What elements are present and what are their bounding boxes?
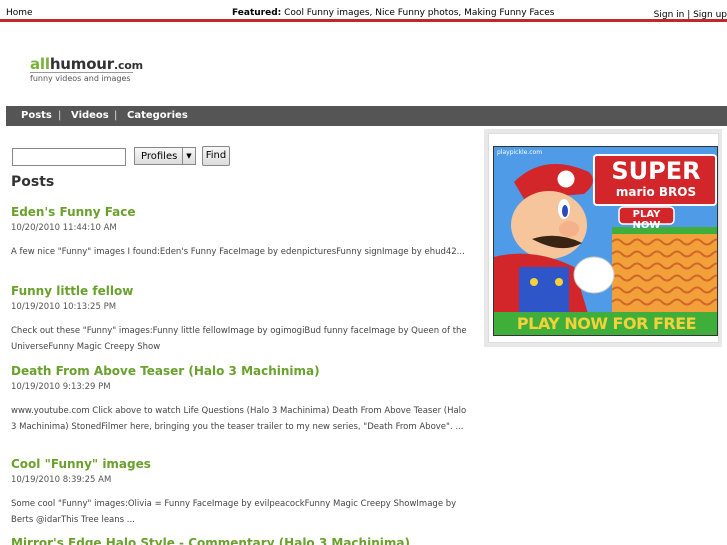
post-title-link[interactable]: Eden's Funny Face (11, 205, 471, 219)
sign-in-sign-up-links[interactable]: Sign in | Sign up (654, 10, 727, 20)
post-item: Death From Above Teaser (Halo 3 Machinim… (11, 364, 471, 435)
ad-source: playpickle.com (497, 149, 543, 156)
post-item: Cool "Funny" images 10/19/2010 8:39:25 A… (11, 457, 471, 528)
post-excerpt: Some cool "Funny" images:Olivia = Funny … (11, 499, 457, 525)
ad-frame: playpickle.com SUPER mario BROS PLAY NOW… (488, 133, 719, 343)
ad-bottom-text: PLAY NOW FOR FREE (516, 314, 697, 333)
post-title-link[interactable]: Mirror's Edge Halo Style - Commentary (H… (11, 536, 471, 545)
post-excerpt: www.youtube.com Click above to watch Lif… (11, 406, 467, 432)
featured-links[interactable]: Cool Funny images, Nice Funny photos, Ma… (284, 8, 554, 18)
post-date: 10/19/2010 10:13:25 PM (11, 302, 117, 312)
search-input[interactable] (12, 148, 126, 166)
post-excerpt: Check out these "Funny" images:Funny lit… (11, 326, 467, 352)
post-title-link[interactable]: Cool "Funny" images (11, 457, 471, 471)
post-item: Funny little fellow 10/19/2010 10:13:25 … (11, 284, 471, 355)
mario-ad-banner[interactable]: playpickle.com SUPER mario BROS PLAY NOW… (493, 146, 718, 336)
post-title-link[interactable]: Funny little fellow (11, 284, 471, 298)
featured-bar: Featured: Cool Funny images, Nice Funny … (232, 8, 554, 18)
post-excerpt: A few nice "Funny" images I found:Eden's… (11, 247, 465, 257)
chevron-down-icon[interactable]: ▼ (182, 148, 195, 164)
logo-underline (30, 72, 133, 73)
nav-videos[interactable]: Videos (71, 110, 109, 121)
nav-posts[interactable]: Posts (21, 110, 52, 121)
nav-separator: | (114, 110, 118, 121)
home-link[interactable]: Home (6, 8, 33, 18)
post-date: 10/19/2010 8:39:25 AM (11, 475, 112, 485)
post-title-link[interactable]: Death From Above Teaser (Halo 3 Machinim… (11, 364, 471, 378)
post-date: 10/19/2010 9:13:29 PM (11, 382, 111, 392)
featured-label: Featured: (232, 8, 282, 18)
post-item: Eden's Funny Face 10/20/2010 11:44:10 AM… (11, 205, 471, 261)
site-logo[interactable]: allhumour.com (30, 55, 143, 73)
ad-title-super: SUPER (611, 157, 701, 185)
posts-heading: Posts (11, 174, 55, 190)
profiles-select[interactable]: Profiles ▼ (134, 147, 196, 165)
site-tagline: funny videos and images (30, 74, 131, 83)
nav-categories[interactable]: Categories (127, 110, 188, 121)
main-nav: Posts | Videos | Categories (6, 106, 727, 126)
ad-play-now-button[interactable]: PLAY NOW (619, 209, 674, 231)
find-button[interactable]: Find (202, 146, 230, 166)
ad-title-mario: mario BROS (615, 185, 697, 199)
post-date: 10/20/2010 11:44:10 AM (11, 223, 117, 233)
ad-sidebar: playpickle.com SUPER mario BROS PLAY NOW… (484, 129, 722, 347)
nav-separator: | (58, 110, 62, 121)
top-bar: Home Featured: Cool Funny images, Nice F… (0, 0, 727, 22)
profiles-select-label: Profiles (141, 151, 178, 162)
post-item: Mirror's Edge Halo Style - Commentary (H… (11, 536, 471, 545)
